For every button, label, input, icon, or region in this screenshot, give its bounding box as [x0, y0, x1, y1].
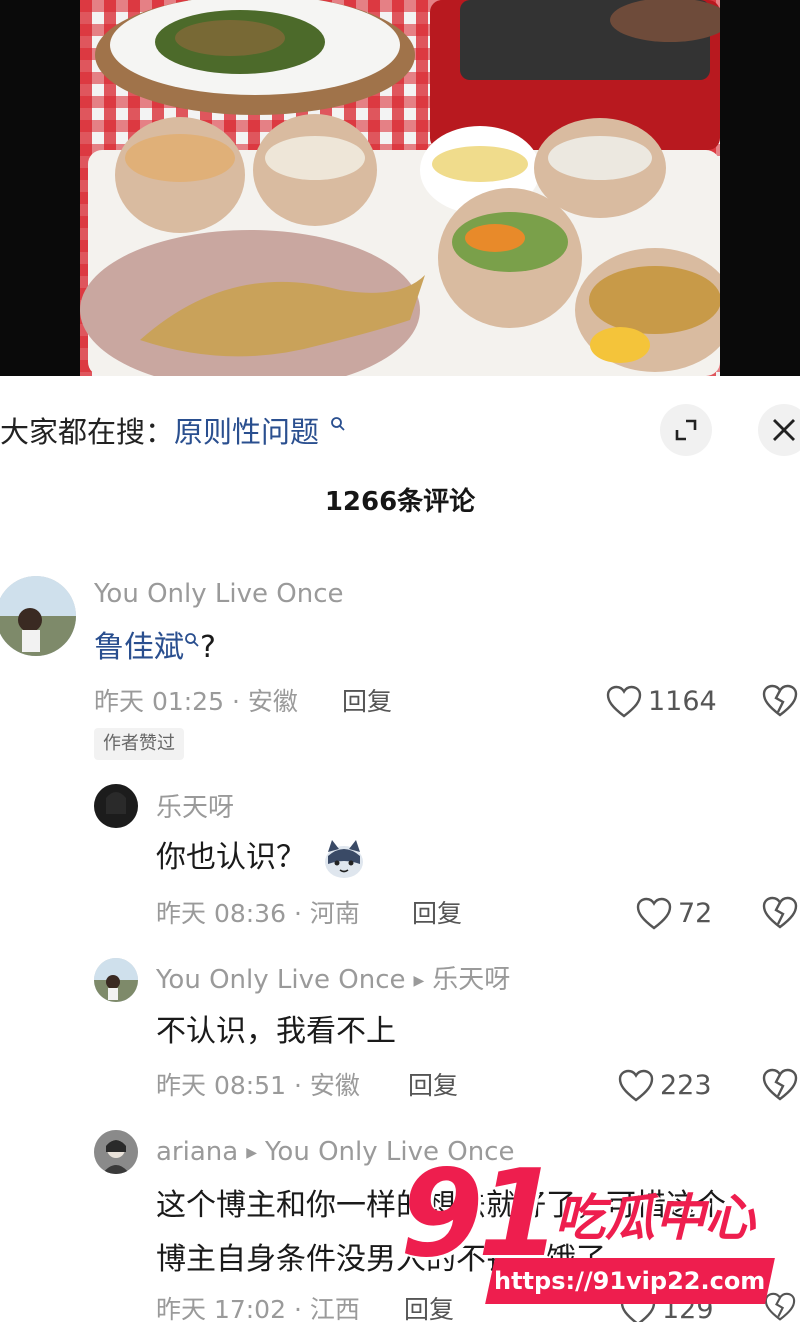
comment-meta: 昨天 08:36 · 河南: [156, 899, 360, 928]
comment-text-link[interactable]: 鲁佳斌: [94, 630, 184, 665]
comment-author[interactable]: You Only Live Once: [94, 576, 344, 612]
search-icon: [185, 633, 199, 647]
like-button[interactable]: 72: [636, 896, 712, 932]
dislike-icon[interactable]: [762, 1068, 798, 1102]
avatar[interactable]: [94, 784, 138, 828]
avatar-image: [0, 576, 76, 656]
heart-icon: [618, 1069, 654, 1102]
trending-search-query[interactable]: 原则性问题: [174, 415, 319, 449]
cat-emoji-icon: [324, 839, 363, 878]
site-watermark: 91 吃瓜中心 https://91vip22.com: [400, 1150, 800, 1322]
reply-button[interactable]: 回复: [342, 684, 392, 720]
avatar[interactable]: [0, 576, 76, 656]
comment-meta: 昨天 17:02 · 江西: [156, 1295, 360, 1322]
comment-text: 你也认识？: [156, 836, 366, 880]
avatar-image: [94, 958, 138, 1002]
comment-text: 鲁佳斌?: [94, 626, 216, 670]
comment-author[interactable]: You Only Live Once: [156, 965, 406, 995]
reply-arrow-icon: ▶: [246, 1144, 257, 1161]
comment-count-title: 1266条评论: [324, 487, 476, 517]
watermark-name: 吃瓜中心: [555, 1189, 755, 1247]
trending-search-prefix: 大家都在搜：: [0, 415, 175, 449]
watermark-url-text: https://91vip22.com: [494, 1267, 766, 1295]
reply-button[interactable]: 回复: [408, 1068, 458, 1104]
comment-author[interactable]: ariana: [156, 1137, 238, 1167]
like-button[interactable]: 223: [618, 1068, 712, 1104]
trending-search-bar: 大家都在搜：原则性问题: [0, 400, 800, 460]
trending-search[interactable]: 大家都在搜：原则性问题: [0, 412, 346, 452]
reply-target[interactable]: 乐天呀: [432, 965, 510, 995]
food-photo: [80, 0, 720, 376]
reply-button[interactable]: 回复: [412, 896, 462, 932]
like-count: 1164: [648, 686, 717, 717]
heart-icon: [636, 897, 672, 930]
comment-meta: 昨天 01:25 · 安徽: [94, 687, 298, 716]
comment-author-line: You Only Live Once ▶ 乐天呀: [156, 962, 510, 999]
comment-meta: 昨天 08:51 · 安徽: [156, 1071, 360, 1100]
like-button[interactable]: 1164: [606, 684, 717, 720]
author-liked-badge: 作者赞过: [94, 728, 184, 760]
dislike-icon[interactable]: [762, 896, 798, 930]
expand-icon: [675, 419, 697, 441]
close-button[interactable]: [758, 404, 800, 456]
comment-text: 不认识，我看不上: [156, 1014, 396, 1049]
comment-text-suffix: ?: [200, 630, 216, 665]
avatar-image: [94, 784, 138, 828]
comment-author[interactable]: 乐天呀: [156, 790, 234, 826]
post-photo[interactable]: [0, 0, 800, 376]
like-count: 72: [678, 898, 713, 929]
avatar-image: [94, 1130, 138, 1174]
dislike-icon[interactable]: [762, 684, 798, 718]
search-icon: [331, 417, 345, 431]
like-count: 223: [660, 1070, 712, 1101]
watermark-url: https://91vip22.com: [485, 1258, 775, 1304]
close-icon: [773, 419, 795, 441]
avatar[interactable]: [94, 958, 138, 1002]
avatar[interactable]: [94, 1130, 138, 1174]
reply-arrow-icon: ▶: [413, 972, 425, 989]
expand-button[interactable]: [660, 404, 712, 456]
comment-text-body: 你也认识？: [156, 840, 306, 875]
heart-icon: [606, 685, 642, 718]
